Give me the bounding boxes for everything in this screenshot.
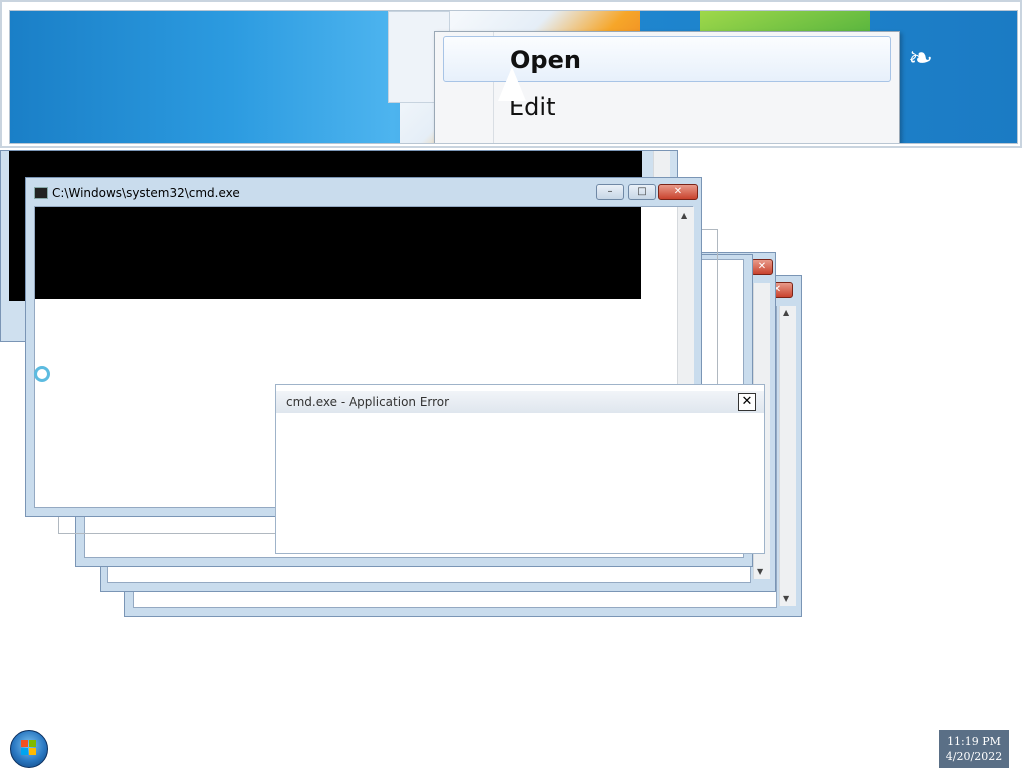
- close-icon[interactable]: ✕: [738, 393, 756, 411]
- scroll-down-icon[interactable]: ▼: [783, 594, 789, 603]
- taskbar-clock[interactable]: 11:19 PM 4/20/2022: [939, 730, 1009, 768]
- busy-cursor-icon: [34, 366, 50, 382]
- menu-item-print[interactable]: Print: [443, 132, 891, 143]
- window-title: C:\Windows\system32\cmd.exe: [52, 186, 240, 200]
- mouse-cursor-icon: [498, 67, 526, 101]
- close-button[interactable]: ✕: [658, 184, 698, 200]
- close-button[interactable]: ✕: [751, 259, 773, 275]
- zoom-preview: ❧ Open Edit Print: [0, 0, 1022, 148]
- desktop-wallpaper: ❧ Open Edit Print: [9, 10, 1018, 144]
- cmd-icon: [34, 187, 48, 199]
- dialog-title: cmd.exe - Application Error: [276, 391, 764, 413]
- scrollbar[interactable]: ▲ ▼: [779, 306, 796, 606]
- scroll-up-icon[interactable]: ▲: [783, 308, 789, 317]
- maximize-button[interactable]: □: [628, 184, 656, 200]
- start-button[interactable]: [10, 730, 48, 768]
- scroll-up-icon[interactable]: ▲: [681, 211, 687, 220]
- butterfly-icon: ❧: [908, 41, 934, 76]
- scroll-down-icon[interactable]: ▼: [757, 567, 763, 576]
- clock-time: 11:19 PM: [947, 735, 1001, 748]
- windows-logo-icon: [21, 740, 37, 756]
- console-output: [35, 207, 641, 299]
- minimize-button[interactable]: –: [596, 184, 624, 200]
- clock-date: 4/20/2022: [945, 750, 1003, 763]
- error-dialog: cmd.exe - Application Error ✕: [275, 384, 765, 554]
